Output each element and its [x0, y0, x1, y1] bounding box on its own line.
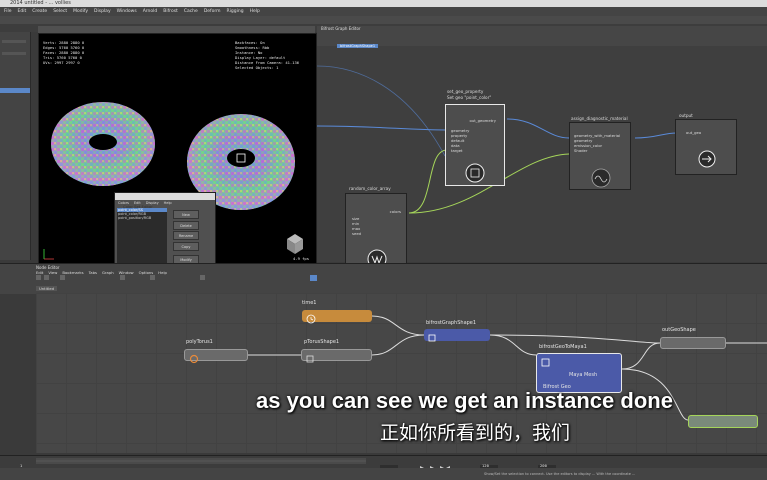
ptorus-shape-node[interactable] — [301, 349, 372, 363]
convert-icon — [541, 358, 550, 367]
menu-cache[interactable]: Cache — [184, 7, 198, 16]
node-editor-toolbar-icons — [36, 275, 317, 281]
subtitle-chinese: 正如你所看到的，我们 — [380, 422, 571, 444]
outliner-panel — [0, 32, 31, 260]
port-out-geo[interactable]: out_geo — [676, 130, 736, 135]
bifrost-geo-to-maya-label: bifrostGeoToMaya1 — [539, 344, 587, 350]
bifrost-toolbar: Bifrost Graph Editor bifrostGraphShape1 — [317, 26, 767, 48]
output-title: output — [679, 113, 693, 118]
port-shader[interactable]: Shader — [570, 148, 630, 153]
menu-rigging[interactable]: Rigging — [227, 7, 244, 16]
outliner-rows — [0, 40, 30, 93]
menu-create[interactable]: Create — [32, 7, 47, 16]
mesh-node-partial[interactable] — [688, 415, 758, 428]
bifrost-graph-shape-label: bifrostGraphShape1 — [426, 320, 477, 326]
port-out-geometry[interactable]: out_geometry — [446, 118, 504, 123]
hud-poly-stats: Verts: 2880 2880 0 Edges: 5760 5760 0 Fa… — [43, 40, 85, 65]
menu-select[interactable]: Select — [53, 7, 67, 16]
assign-diag-title: assign_diagnostic_material — [571, 116, 628, 121]
bifrost-graph-editor[interactable]: Bifrost Graph Editor bifrostGraphShape1 … — [317, 26, 767, 269]
list-item[interactable]: point_position/RGB — [117, 216, 167, 220]
rename-button[interactable]: Rename — [173, 231, 199, 240]
menu-help[interactable]: Help — [250, 7, 260, 16]
menu-bifrost[interactable]: Bifrost — [163, 7, 178, 16]
subtitle-english: as you can see we get an instance done — [256, 388, 673, 413]
out-geo-shape-node[interactable] — [660, 337, 726, 349]
menu-deform[interactable]: Deform — [204, 7, 221, 16]
copy-button[interactable]: Copy — [173, 241, 199, 251]
menu-edit[interactable]: Edit — [18, 7, 27, 16]
torus-left-hole — [89, 134, 117, 150]
port-seed[interactable]: seed — [346, 231, 406, 236]
port-colors[interactable]: colors — [346, 209, 406, 214]
menu-file[interactable]: File — [4, 7, 12, 16]
hud-display-info: Backfaces: On Smoothness: Rbb Instance: … — [235, 40, 300, 70]
menu-arnold[interactable]: Arnold — [143, 7, 158, 16]
dialog-titlebar: Color Set Editor — [115, 193, 215, 209]
port-maya-mesh[interactable]: Maya Mesh — [569, 372, 597, 378]
node-editor-header: Node Editor Edit View Bookmarks Tabs Gra… — [0, 263, 767, 294]
window-title: 2014 untitled - ... vollies — [10, 0, 71, 6]
torus-right-hole — [227, 149, 255, 167]
ptorus-shape-label: pTorusShape1 — [304, 339, 340, 345]
main-menubar: File Edit Create Select Modify Display W… — [0, 7, 767, 16]
out-geo-shape-label: outGeoShape — [662, 327, 696, 333]
dialog-menu-edit[interactable]: Edit — [134, 200, 141, 206]
menu-modify[interactable]: Modify — [73, 7, 88, 16]
assign-diagnostic-material-node[interactable]: geometry_with_material geometry emission… — [569, 122, 631, 190]
time1-label: time1 — [302, 300, 317, 306]
menu-display[interactable]: Display — [94, 7, 111, 16]
random-color-title: random_color_array — [349, 186, 391, 191]
window-titlebar: 2014 untitled - ... vollies — [0, 0, 767, 7]
dialog-menu-colors[interactable]: Colors — [118, 200, 129, 206]
bifrost-icon — [428, 334, 436, 342]
wave-icon — [591, 168, 611, 188]
output-node[interactable]: out_geo — [675, 119, 737, 175]
viewport-menubar — [38, 26, 315, 33]
time1-node[interactable] — [302, 310, 372, 324]
set-geo-property-subtitle: Set geo "point_color" — [447, 95, 492, 100]
bifrost-tab[interactable]: bifrostGraphShape1 — [337, 44, 379, 48]
timeline[interactable]: 1 120 200 — [0, 455, 767, 470]
port-target[interactable]: target — [446, 148, 504, 153]
node-editor-tab[interactable]: Untitled — [36, 286, 58, 291]
set-geo-icon — [465, 163, 485, 183]
bifrost-graph-shape-node[interactable] — [424, 329, 490, 342]
random-color-array-node[interactable]: colors size min max seed — [345, 193, 407, 269]
dialog-menu-display[interactable]: Display — [146, 200, 159, 206]
delete-button[interactable]: Delete — [173, 220, 199, 230]
poly-torus-node[interactable] — [184, 349, 248, 364]
set-geo-property-node[interactable]: out_geometry geometry property default d… — [445, 104, 505, 186]
fps-readout: 4.9 fps — [293, 256, 310, 261]
menu-windows[interactable]: Windows — [117, 7, 137, 16]
dialog-menu-help[interactable]: Help — [164, 200, 172, 206]
status-line — [0, 16, 767, 30]
output-arrow-icon — [698, 150, 716, 168]
poly-torus-label: polyTorus1 — [186, 339, 213, 345]
clock-icon — [306, 314, 316, 324]
help-line: Show/Set the selection to connect. Use t… — [0, 468, 767, 480]
bifrost-geo-to-maya-node[interactable]: Maya Mesh Bifrost Geo — [536, 353, 622, 393]
mesh-icon — [306, 355, 314, 363]
bifrost-panel-title: Bifrost Graph Editor — [321, 26, 361, 31]
new-button[interactable]: New — [173, 210, 199, 219]
help-line-text: Show/Set the selection to connect. Use t… — [484, 472, 636, 476]
view-cube-icon — [287, 234, 303, 254]
torus-icon — [189, 354, 199, 364]
set-geo-property-title: set_geo_property — [447, 89, 484, 94]
